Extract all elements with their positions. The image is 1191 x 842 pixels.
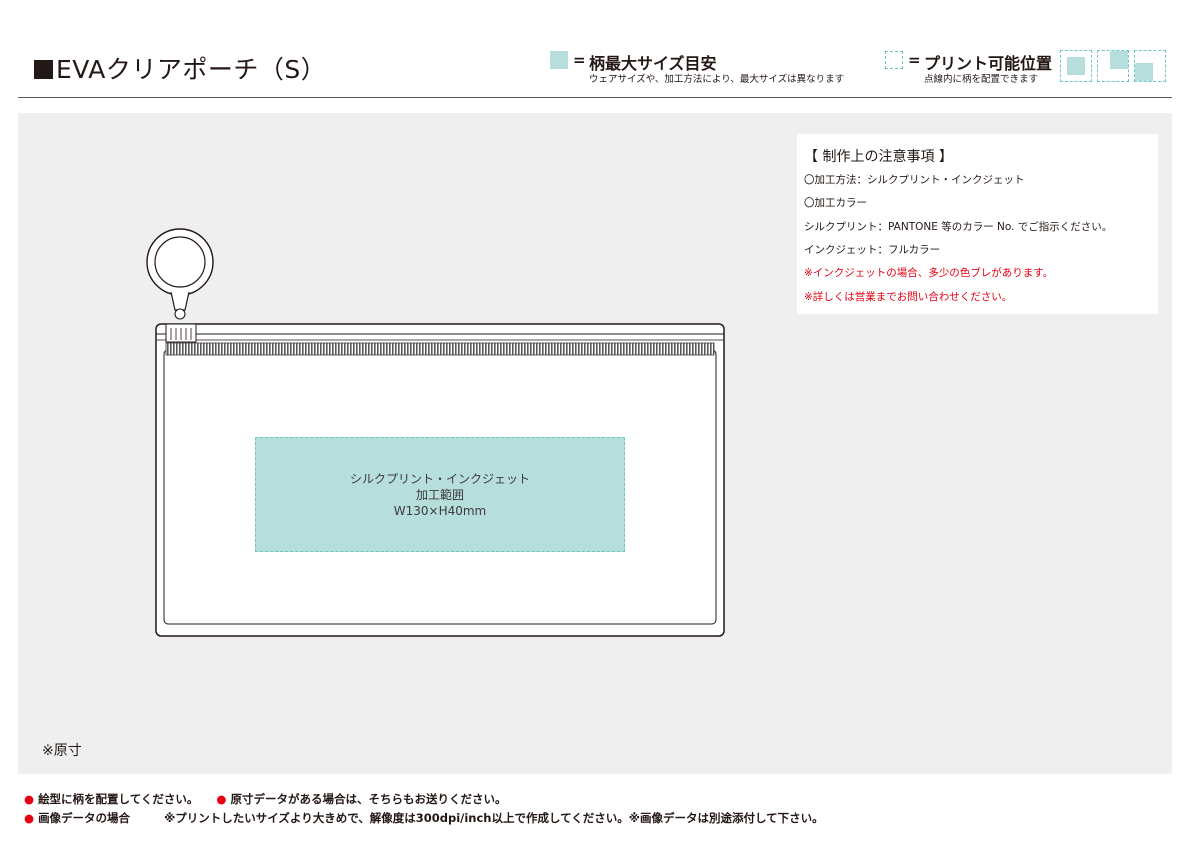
note-line: 〇加工方法：シルクプリント・インクジェット	[804, 174, 1025, 186]
pouch-illustration	[146, 228, 725, 637]
actual-size-note: ※原寸	[42, 743, 82, 759]
ring-rivet	[174, 308, 186, 320]
print-area: シルクプリント・インクジェット 加工範囲 W130×H40mm	[255, 437, 625, 552]
red-bullet-icon: ●	[24, 811, 35, 825]
notes-heading: 【 制作上の注意事項 】	[804, 149, 953, 165]
zipper-teeth	[165, 342, 715, 356]
footer-text: 画像データの場合	[38, 811, 131, 825]
legend-equals: =	[573, 51, 586, 69]
footer-text: 絵型に柄を配置してください。	[38, 792, 199, 806]
note-line: インクジェット：フルカラー	[804, 244, 941, 256]
print-area-size: W130×H40mm	[393, 503, 487, 518]
header-divider	[18, 97, 1172, 98]
footer-line-2: ● 画像データの場合 ※プリントしたいサイズより大きめで、解像度は300dpi/…	[24, 810, 824, 826]
print-position-dashed-icon	[885, 51, 903, 69]
footer-line-1: ● 絵型に柄を配置してください。 ● 原寸データがある場合は、そちらもお送りくだ…	[24, 791, 506, 807]
black-square-icon	[34, 60, 53, 79]
red-bullet-icon: ●	[216, 792, 227, 806]
title-text: EVAクリアポーチ（S）	[56, 55, 327, 84]
note-warning: ※インクジェットの場合、多少の色ブレがあります。	[804, 267, 1054, 279]
position-example-top-right-icon	[1097, 50, 1129, 82]
note-line: 〇加工カラー	[804, 197, 867, 209]
footer-text: ※プリントしたいサイズより大きめで、解像度は300dpi/inch以上で作成して…	[164, 811, 824, 825]
print-legend-subtitle: 点線内に柄を配置できます	[924, 74, 1039, 85]
page-title: EVAクリアポーチ（S）	[34, 50, 326, 86]
note-line: シルクプリント：PANTONE 等のカラー No. でご指示ください。	[804, 221, 1113, 233]
pattern-size-swatch-icon	[550, 51, 568, 69]
footer-text: 原寸データがある場合は、そちらもお送りください。	[230, 792, 507, 806]
position-example-bottom-right-icon	[1134, 50, 1166, 82]
pattern-legend-subtitle: ウェアサイズや、加工方法により、最大サイズは異なります	[589, 74, 845, 85]
legend-equals-2: =	[908, 51, 921, 69]
red-bullet-icon: ●	[24, 792, 35, 806]
print-area-method: シルクプリント・インクジェット	[349, 471, 530, 486]
position-example-center-icon	[1060, 50, 1092, 82]
ring-inner	[154, 236, 206, 288]
print-area-label: 加工範囲	[415, 487, 464, 502]
note-warning: ※詳しくは営業までお問い合わせください。	[804, 291, 1013, 303]
ring-stem	[170, 291, 190, 311]
